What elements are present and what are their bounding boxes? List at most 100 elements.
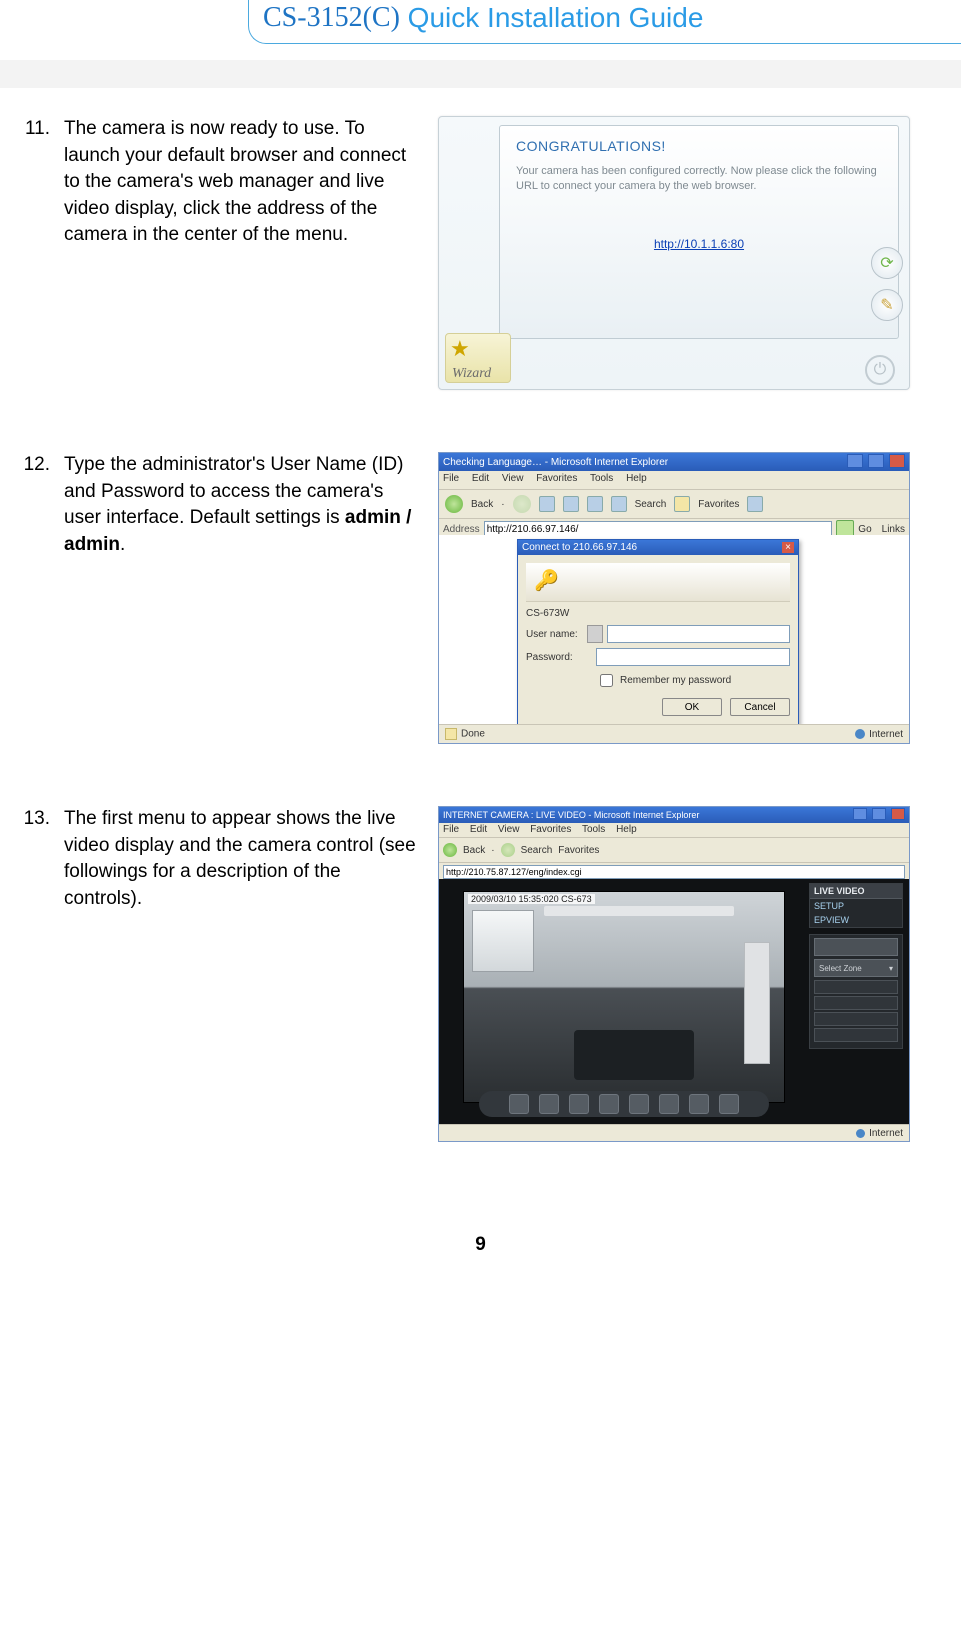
control-button[interactable] [539, 1094, 559, 1114]
control-button[interactable] [629, 1094, 649, 1114]
side-live-video[interactable]: LIVE VIDEO [810, 884, 902, 899]
menu-tools[interactable]: Tools [582, 824, 605, 835]
edit-button[interactable]: ✎ [871, 289, 903, 321]
maximize-button[interactable] [868, 454, 884, 468]
side-setup[interactable]: SETUP [810, 899, 902, 913]
window-buttons [845, 454, 905, 471]
remember-label: Remember my password [620, 675, 731, 686]
video-control-bar [479, 1091, 769, 1117]
favorites-icon[interactable] [674, 496, 690, 512]
home-icon[interactable] [587, 496, 603, 512]
step-figure: INTERNET CAMERA : LIVE VIDEO - Microsoft… [438, 806, 941, 1142]
dialog-body: CS-673W User name: Password: [518, 555, 798, 724]
control-button[interactable] [689, 1094, 709, 1114]
wizard-side-buttons: ⟳ ✎ [871, 247, 903, 321]
address-label: Address [443, 524, 480, 535]
step-13: 13. The first menu to appear shows the l… [20, 806, 941, 1142]
dialog-key-art [526, 563, 790, 602]
step-figure: CONGRATULATIONS! Your camera has been co… [438, 116, 941, 390]
menu-file[interactable]: File [443, 473, 459, 484]
remember-checkbox[interactable] [600, 674, 613, 687]
close-button[interactable] [891, 808, 905, 820]
password-input[interactable] [596, 648, 790, 666]
zone-label: Internet [869, 729, 903, 740]
side-select-zone[interactable]: Select Zone▾ [814, 959, 898, 977]
window-titlebar: Checking Language… - Microsoft Internet … [439, 453, 909, 471]
page-header: CS-3152(C) Quick Installation Guide [0, 0, 961, 90]
status-done: Done [445, 728, 485, 740]
wizard-complete-screenshot: CONGRATULATIONS! Your camera has been co… [438, 116, 910, 390]
reload-button[interactable]: ⟳ [871, 247, 903, 279]
video-timestamp-overlay: 2009/03/10 15:35:020 CS-673 [468, 894, 595, 904]
media-icon[interactable] [747, 496, 763, 512]
menu-file[interactable]: File [443, 824, 459, 835]
menu-tools[interactable]: Tools [590, 473, 613, 484]
side-section-controls: Select Zone▾ [809, 934, 903, 1049]
control-button[interactable] [719, 1094, 739, 1114]
links-label[interactable]: Links [882, 524, 905, 535]
menu-view[interactable]: View [498, 824, 520, 835]
username-input[interactable] [607, 625, 790, 643]
control-button[interactable] [599, 1094, 619, 1114]
toolbar-sep: · [501, 499, 504, 510]
password-row: Password: [526, 648, 790, 666]
side-slider[interactable] [814, 1012, 898, 1026]
menu-edit[interactable]: Edit [470, 824, 487, 835]
menu-favorites[interactable]: Favorites [536, 473, 577, 484]
control-button[interactable] [659, 1094, 679, 1114]
close-button[interactable] [889, 454, 905, 468]
page-number: 9 [0, 1204, 961, 1276]
wizard-bottom-bar: ⏻ [439, 355, 909, 389]
cancel-button[interactable]: Cancel [730, 698, 790, 716]
control-button[interactable] [569, 1094, 589, 1114]
side-slider[interactable] [814, 980, 898, 994]
forward-button-icon[interactable] [513, 495, 531, 513]
favorites-label[interactable]: Favorites [558, 845, 599, 856]
stop-icon[interactable] [539, 496, 555, 512]
dialog-buttons: OK Cancel [526, 698, 790, 716]
side-panel: LIVE VIDEO SETUP EPVIEW Select Zone▾ [809, 883, 903, 1049]
maximize-button[interactable] [872, 808, 886, 820]
side-dropdown[interactable] [814, 938, 898, 956]
back-button-icon[interactable] [445, 495, 463, 513]
step-number: 13. [20, 806, 50, 1142]
window-buttons [851, 808, 905, 823]
globe-icon [856, 1129, 865, 1138]
back-label[interactable]: Back [463, 845, 485, 856]
back-button-icon[interactable] [443, 843, 457, 857]
search-icon[interactable] [611, 496, 627, 512]
user-icon [587, 625, 603, 643]
menu-favorites[interactable]: Favorites [530, 824, 571, 835]
minimize-button[interactable] [853, 808, 867, 820]
scene-chairs [574, 1030, 694, 1080]
globe-icon [855, 729, 865, 739]
side-epview[interactable]: EPVIEW [810, 913, 902, 927]
control-button[interactable] [509, 1094, 529, 1114]
back-label[interactable]: Back [471, 499, 493, 510]
favorites-label[interactable]: Favorites [698, 499, 739, 510]
step-text: The first menu to appear shows the live … [64, 806, 424, 1142]
dialog-close-icon[interactable]: × [782, 542, 794, 553]
camera-url-link[interactable]: http://10.1.1.6:80 [654, 237, 744, 251]
menu-help[interactable]: Help [616, 824, 637, 835]
menu-help[interactable]: Help [626, 473, 647, 484]
menu-view[interactable]: View [502, 473, 524, 484]
side-slider[interactable] [814, 996, 898, 1010]
address-input[interactable] [443, 865, 905, 879]
scene-ceiling-light [544, 906, 734, 916]
refresh-icon[interactable] [563, 496, 579, 512]
minimize-button[interactable] [847, 454, 863, 468]
status-zone: Internet [855, 729, 903, 740]
menu-edit[interactable]: Edit [472, 473, 489, 484]
toolbar: Back · Search Favorites [439, 490, 909, 519]
step-number: 12. [20, 452, 50, 744]
congrats-subtext: Your camera has been configured correctl… [516, 164, 882, 195]
go-label[interactable]: Go [858, 524, 871, 535]
forward-button-icon[interactable] [501, 843, 515, 857]
search-label[interactable]: Search [635, 499, 667, 510]
title-rest: Quick Installation Guide [400, 2, 704, 33]
power-button[interactable]: ⏻ [865, 355, 895, 385]
search-label[interactable]: Search [521, 845, 553, 856]
ok-button[interactable]: OK [662, 698, 722, 716]
side-slider[interactable] [814, 1028, 898, 1042]
